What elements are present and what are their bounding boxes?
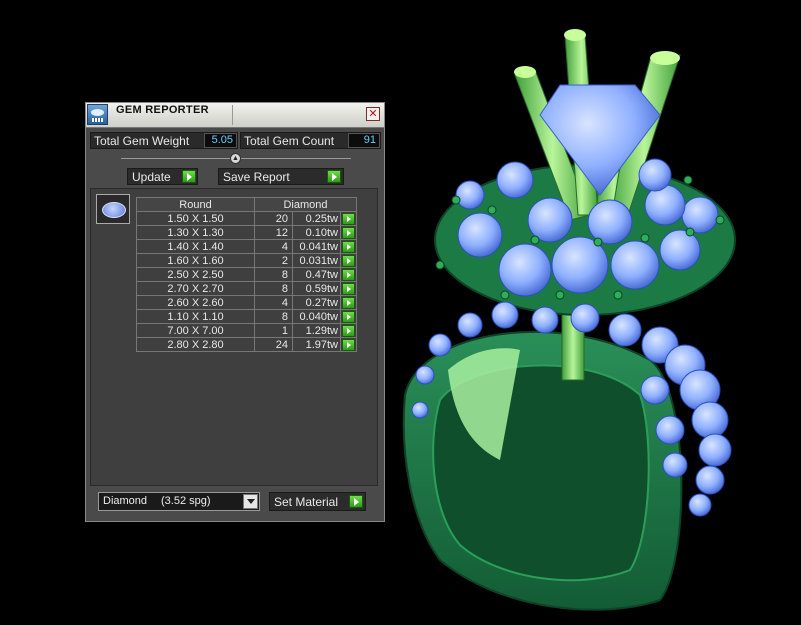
table-row[interactable]: 1.10 X 1.10 8 0.040tw <box>136 309 357 324</box>
close-icon[interactable]: ✕ <box>366 107 380 121</box>
total-gem-count-value: 91 <box>348 133 380 148</box>
table-header-row: Round Diamond <box>136 197 357 212</box>
green-arrow-icon <box>342 269 355 281</box>
gem-count: 2 <box>254 253 293 268</box>
ring-model[interactable] <box>402 29 736 611</box>
gem-count: 24 <box>254 337 293 352</box>
gem-size: 1.50 X 1.50 <box>136 211 255 226</box>
gem-size: 2.60 X 2.60 <box>136 295 255 310</box>
green-arrow-icon <box>327 170 341 183</box>
save-report-button[interactable]: Save Report <box>218 168 344 185</box>
table-row[interactable]: 1.60 X 1.60 2 0.031tw <box>136 253 357 268</box>
select-row-button[interactable] <box>340 267 357 282</box>
table-row[interactable]: 2.50 X 2.50 8 0.47tw <box>136 267 357 282</box>
gem-size: 1.40 X 1.40 <box>136 239 255 254</box>
total-gem-weight-value: 5.05 <box>204 133 237 148</box>
green-arrow-icon <box>342 283 355 295</box>
window-title: GEM REPORTER <box>116 104 209 116</box>
material-dropdown[interactable]: Diamond (3.52 spg) <box>98 492 260 511</box>
set-material-button-label: Set Material <box>274 495 339 509</box>
gem-table: Round Diamond 1.50 X 1.50 20 0.25tw 1.30 X… <box>136 197 357 352</box>
table-row[interactable]: 1.30 X 1.30 12 0.10tw <box>136 225 357 240</box>
update-button-label: Update <box>132 170 171 184</box>
total-gem-count-label: Total Gem Count <box>244 134 335 148</box>
green-arrow-icon <box>182 170 196 183</box>
gem-count: 8 <box>254 267 293 282</box>
round-gem-icon[interactable] <box>96 194 130 224</box>
total-gem-weight-label: Total Gem Weight <box>94 134 190 148</box>
gem-weight: 0.27tw <box>292 295 341 310</box>
green-arrow-icon <box>342 311 355 323</box>
table-row[interactable]: 2.60 X 2.60 4 0.27tw <box>136 295 357 310</box>
prong-tip <box>650 51 680 65</box>
gem-size: 1.30 X 1.30 <box>136 225 255 240</box>
gem-list-area[interactable]: Round Diamond 1.50 X 1.50 20 0.25tw 1.30 X… <box>90 188 378 486</box>
gem-count: 12 <box>254 225 293 240</box>
green-arrow-icon <box>342 339 355 351</box>
gem-weight: 1.29tw <box>292 323 341 338</box>
gem-count: 4 <box>254 239 293 254</box>
table-row[interactable]: 1.40 X 1.40 4 0.041tw <box>136 239 357 254</box>
select-row-button[interactable] <box>340 281 357 296</box>
select-row-button[interactable] <box>340 225 357 240</box>
gem-reporter-panel: GEM REPORTER ✕ Total Gem Weight 5.05 Tot… <box>85 102 385 522</box>
header-shape: Round <box>136 197 255 212</box>
gem-weight: 1.97tw <box>292 337 341 352</box>
gem-weight: 0.59tw <box>292 281 341 296</box>
gem-count: 20 <box>254 211 293 226</box>
gem-size: 7.00 X 7.00 <box>136 323 255 338</box>
gem-size: 2.80 X 2.80 <box>136 337 255 352</box>
select-row-button[interactable] <box>340 323 357 338</box>
title-divider <box>232 105 233 125</box>
green-arrow-icon <box>342 255 355 267</box>
gem-count: 8 <box>254 309 293 324</box>
gem-weight: 0.10tw <box>292 225 341 240</box>
gem-size: 1.10 X 1.10 <box>136 309 255 324</box>
gem-count: 1 <box>254 323 293 338</box>
update-button[interactable]: Update <box>127 168 198 185</box>
green-arrow-icon <box>349 495 363 508</box>
gem-weight: 0.041tw <box>292 239 341 254</box>
slider-knob-icon[interactable]: ▲ <box>230 153 241 164</box>
dropdown-arrow-icon[interactable] <box>243 494 258 509</box>
gem-size: 2.50 X 2.50 <box>136 267 255 282</box>
select-row-button[interactable] <box>340 253 357 268</box>
gem-size: 1.60 X 1.60 <box>136 253 255 268</box>
table-row[interactable]: 1.50 X 1.50 20 0.25tw <box>136 211 357 226</box>
gem-count: 4 <box>254 295 293 310</box>
select-row-button[interactable] <box>340 239 357 254</box>
title-bar[interactable]: GEM REPORTER ✕ <box>86 103 384 128</box>
gem-weight: 0.031tw <box>292 253 341 268</box>
green-arrow-icon <box>342 325 355 337</box>
select-row-button[interactable] <box>340 295 357 310</box>
gem-size: 2.70 X 2.70 <box>136 281 255 296</box>
select-row-button[interactable] <box>340 211 357 226</box>
total-gem-count: Total Gem Count 91 <box>240 132 381 149</box>
table-row[interactable]: 7.00 X 7.00 1 1.29tw <box>136 323 357 338</box>
table-row[interactable]: 2.80 X 2.80 24 1.97tw <box>136 337 357 352</box>
green-arrow-icon <box>342 213 355 225</box>
material-spg: (3.52 spg) <box>161 495 211 507</box>
select-row-button[interactable] <box>340 309 357 324</box>
green-arrow-icon <box>342 227 355 239</box>
green-arrow-icon <box>342 297 355 309</box>
material-name: Diamond <box>103 495 148 507</box>
gem-weight: 0.47tw <box>292 267 341 282</box>
gem-weight: 0.040tw <box>292 309 341 324</box>
gem-count: 8 <box>254 281 293 296</box>
header-material: Diamond <box>254 197 357 212</box>
set-material-button[interactable]: Set Material <box>269 492 366 511</box>
prong-tip <box>514 66 536 78</box>
save-report-button-label: Save Report <box>223 170 290 184</box>
gem-reporter-app-icon <box>87 104 108 125</box>
gem-weight: 0.25tw <box>292 211 341 226</box>
select-row-button[interactable] <box>340 337 357 352</box>
prong-tip <box>564 29 586 41</box>
green-arrow-icon <box>342 241 355 253</box>
table-row[interactable]: 2.70 X 2.70 8 0.59tw <box>136 281 357 296</box>
total-gem-weight: Total Gem Weight 5.05 <box>90 132 238 149</box>
